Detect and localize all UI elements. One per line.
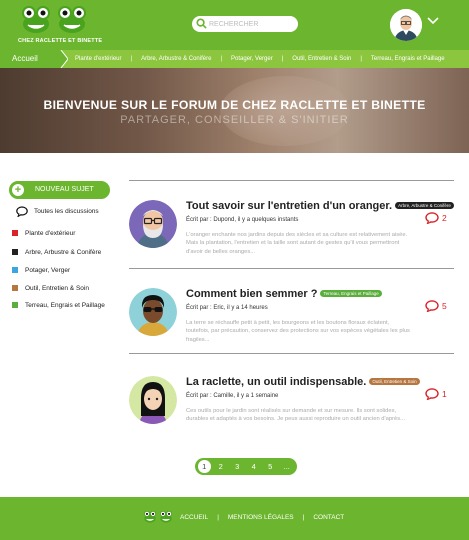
nav-home[interactable]: Accueil [0, 50, 60, 68]
frog-icon [58, 6, 86, 33]
footer-links: ACCUEIL | MENTIONS LÉGALES | CONTACT [180, 514, 344, 521]
page-button-4[interactable]: 4 [248, 460, 261, 473]
post-meta: Écrit par : Dupond, il y a quelques inst… [186, 217, 299, 223]
footer-link-legal[interactable]: MENTIONS LÉGALES [228, 514, 294, 521]
pagination: 1 2 3 4 5 ... [195, 458, 297, 475]
hero-subtitle: PARTAGER, CONSEILLER & S'INITIER [120, 114, 349, 126]
author-avatar [129, 376, 177, 424]
category-color-square [12, 267, 18, 273]
woman-avatar-icon [129, 376, 177, 424]
post-title-text: Tout savoir sur l'entretien d'un oranger… [186, 200, 393, 212]
site-footer: ACCUEIL | MENTIONS LÉGALES | CONTACT [0, 497, 469, 540]
comment-bubble-icon [425, 300, 439, 312]
nav-item-potager[interactable]: Potager, Verger [222, 56, 282, 62]
man-sunglasses-avatar-icon [129, 288, 177, 336]
site-logo[interactable]: CHEZ RACLETTE ET BINETTE [18, 4, 102, 46]
search-input[interactable] [209, 17, 293, 31]
site-header: CHEZ RACLETTE ET BINETTE [0, 0, 469, 50]
nav-item-plante[interactable]: Plante d'extérieur [66, 56, 131, 62]
category-item-plante[interactable]: Plante d'extérieur [12, 228, 75, 238]
category-color-square [12, 249, 18, 255]
frog-icon [143, 510, 157, 523]
chevron-down-icon[interactable] [427, 17, 439, 25]
post-meta: Écrit par : Eric, il y a 14 heures [186, 305, 268, 311]
category-color-square [12, 230, 18, 236]
footer-link-home[interactable]: ACCUEIL [180, 514, 208, 521]
category-badge[interactable]: Outil, Entretien & Soin [369, 377, 420, 385]
category-item-outil[interactable]: Outil, Entretien & Soin [12, 283, 89, 293]
post-title-text: Comment bien semmer ? [186, 288, 318, 300]
comment-bubble-icon [425, 212, 439, 224]
user-avatar-icon [390, 9, 422, 41]
comment-count[interactable]: 2 [425, 212, 447, 224]
frog-icon [22, 6, 50, 33]
nav-item-terreau[interactable]: Terreau, Engrais et Paillage [362, 56, 454, 62]
nav-item-arbre[interactable]: Arbre, Arbustre & Conifère [132, 56, 220, 62]
post-excerpt: Ces outils pour le jardin sont réalisés … [186, 408, 405, 423]
post-divider [129, 268, 454, 269]
frog-icon [159, 510, 173, 523]
category-label: Terreau, Engrais et Paillage [25, 301, 105, 309]
category-nav: Accueil Plante d'extérieur | Arbre, Arbu… [0, 50, 469, 68]
all-topics-link[interactable]: Toutes les discussions [16, 205, 99, 217]
new-topic-label: NOUVEAU SUJET [35, 186, 94, 193]
post-title[interactable]: Comment bien semmer ? Terreau, Engrais et… [186, 288, 382, 300]
nav-item-outil[interactable]: Outil, Entretien & Soin [283, 56, 360, 62]
all-topics-label: Toutes les discussions [34, 207, 99, 215]
page-button-5[interactable]: 5 [264, 460, 277, 473]
page-button-1[interactable]: 1 [198, 460, 211, 473]
post-excerpt: L'oranger enchante nos jardins depuis de… [186, 232, 408, 255]
logo-text: CHEZ RACLETTE ET BINETTE [18, 38, 103, 44]
old-man-avatar-icon [129, 200, 177, 248]
comment-count[interactable]: 1 [425, 388, 447, 400]
author-avatar [129, 288, 177, 336]
category-label: Arbre, Arbustre & Conifère [25, 248, 102, 256]
category-item-potager[interactable]: Potager, Verger [12, 265, 70, 275]
post-divider [129, 180, 454, 181]
speech-bubble-icon [16, 205, 28, 217]
category-badge[interactable]: Terreau, Engrais et Paillage [320, 289, 382, 297]
category-label: Potager, Verger [25, 266, 71, 274]
category-color-square [12, 302, 18, 308]
category-item-arbre[interactable]: Arbre, Arbustre & Conifère [12, 247, 101, 257]
category-label: Outil, Entretien & Soin [25, 284, 89, 292]
page-button-3[interactable]: 3 [231, 460, 244, 473]
footer-separator: | [302, 514, 305, 521]
post-title[interactable]: La raclette, un outil indispensable. Outi… [186, 376, 420, 388]
author-avatar [129, 200, 177, 248]
post-item[interactable]: La raclette, un outil indispensable. Outi… [129, 376, 454, 452]
category-badge[interactable]: Arbre, Arbustre & Conifère [395, 201, 454, 209]
footer-logo[interactable] [143, 510, 173, 523]
new-topic-button[interactable]: + NOUVEAU SUJET [9, 181, 110, 199]
footer-link-contact[interactable]: CONTACT [313, 514, 344, 521]
comment-count-value: 5 [442, 301, 447, 311]
page-button-2[interactable]: 2 [215, 460, 228, 473]
category-color-square [12, 285, 18, 291]
user-avatar[interactable] [390, 9, 422, 41]
post-title[interactable]: Tout savoir sur l'entretien d'un oranger… [186, 200, 454, 212]
search-icon [196, 18, 207, 29]
post-item[interactable]: Tout savoir sur l'entretien d'un oranger… [129, 200, 454, 276]
comment-bubble-icon [425, 388, 439, 400]
post-excerpt: La terre se réchauffe petit à petit, les… [186, 320, 410, 343]
comment-count[interactable]: 5 [425, 300, 447, 312]
plus-icon: + [12, 184, 24, 196]
frog-mascots [20, 4, 88, 34]
post-divider [129, 353, 454, 354]
page-ellipsis[interactable]: ... [281, 460, 294, 473]
post-title-text: La raclette, un outil indispensable. [186, 376, 367, 388]
category-item-terreau[interactable]: Terreau, Engrais et Paillage [12, 300, 105, 310]
search-bar[interactable] [192, 16, 298, 32]
comment-count-value: 2 [442, 213, 447, 223]
post-meta: Écrit par : Camille, il y a 1 semaine [186, 393, 279, 399]
hero-banner: BIENVENUE SUR LE FORUM DE CHEZ RACLETTE … [0, 68, 469, 153]
comment-count-value: 1 [442, 389, 447, 399]
category-label: Plante d'extérieur [25, 229, 76, 237]
hero-title: BIENVENUE SUR LE FORUM DE CHEZ RACLETTE … [43, 98, 426, 112]
footer-separator: | [217, 514, 219, 521]
